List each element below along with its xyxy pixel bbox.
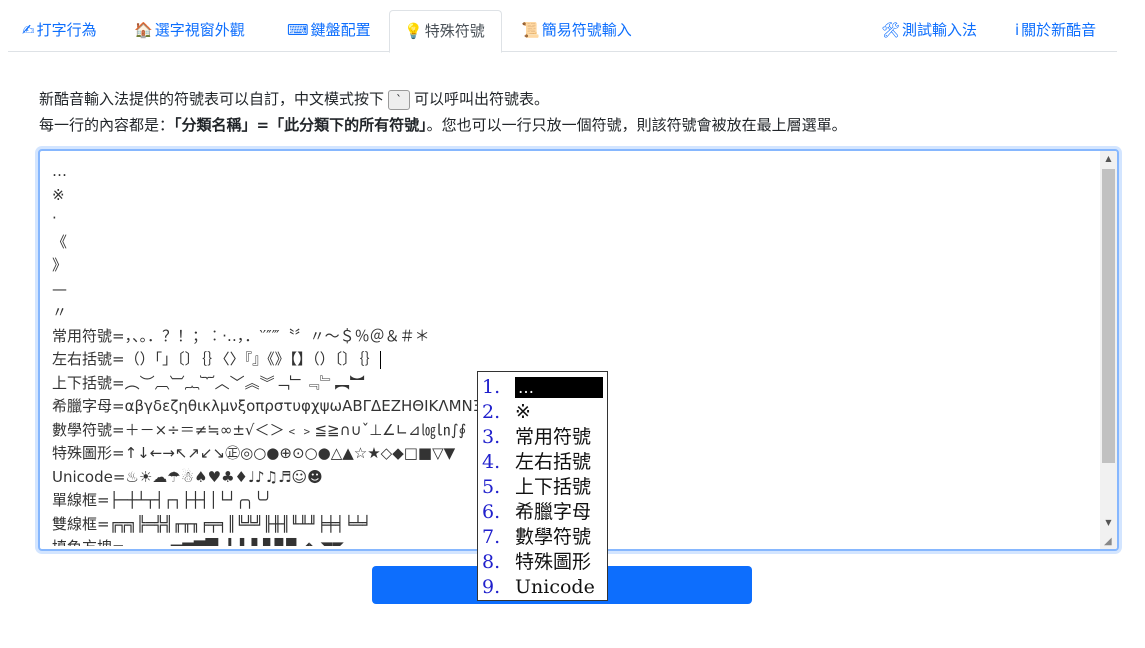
candidate-item[interactable]: 5. 上下括號 <box>478 475 607 500</box>
intro-line-1: 新酷音輸入法提供的符號表可以自訂，中文模式按下 ` 可以呼叫出符號表。 <box>39 86 847 112</box>
textarea-line: ‧ <box>52 209 57 227</box>
intro-bold-format: 「分類名稱」=「此分類下的所有符號」 <box>174 116 427 134</box>
textarea-line: 〃 <box>52 303 68 321</box>
candidate-item[interactable]: 4. 左右括號 <box>478 450 607 475</box>
candidate-item[interactable]: 3. 常用符號 <box>478 425 607 450</box>
candidate-number: 7. <box>482 526 501 548</box>
candidate-number: 1. <box>482 376 501 398</box>
tab-about[interactable]: i 關於新酷音 <box>1001 10 1110 52</box>
textarea-line: 常用符號=，、。．？！；︰‧‥，．‵′″‴〝〞〃～＄％＠＆＃＊ <box>52 326 430 345</box>
tab-label: 簡易符號輸入 <box>541 21 632 39</box>
tab-candidate-window[interactable]: 🏠 選字視窗外觀 <box>120 10 259 52</box>
candidate-item[interactable]: 8. 特殊圖形 <box>478 550 607 575</box>
tab-label: 特殊符號 <box>424 22 485 40</box>
candidate-text: 上下括號 <box>515 476 592 498</box>
candidate-number: 4. <box>482 451 501 473</box>
intro-text-part: 每一行的內容都是： <box>39 116 175 134</box>
house-icon: 🏠 <box>134 21 153 39</box>
textarea-line: — <box>52 279 67 298</box>
textarea-line: 《 <box>52 232 68 251</box>
tab-label: 關於新酷音 <box>1021 21 1097 39</box>
tab-label: 測試輸入法 <box>902 21 978 39</box>
candidate-item[interactable]: 7. 數學符號 <box>478 525 607 550</box>
tab-special-symbols[interactable]: 💡 特殊符號 <box>389 10 502 53</box>
keyboard-icon: ⌨ <box>287 21 309 39</box>
scrollbar-thumb[interactable] <box>1102 169 1115 463</box>
intro-text-part: 可以呼叫出符號表。 <box>414 90 550 108</box>
scroll-down-arrow-icon[interactable]: ▼ <box>1100 515 1117 531</box>
intro-text-part: 。您也可以一行只放一個符號，則該符號會被放在最上層選單。 <box>426 116 847 134</box>
vertical-scrollbar[interactable]: ▲ ▼ <box>1100 151 1117 549</box>
tools-icon: 🛠 <box>881 21 901 39</box>
candidate-text: 希臘字母 <box>515 501 592 523</box>
settings-tab-bar: ✍ 打字行為 🏠 選字視窗外觀 ⌨ 鍵盤配置 💡 特殊符號 📜 簡易符號輸入 🛠 測試輸入法… <box>8 10 1117 53</box>
candidate-number: 5. <box>482 476 501 498</box>
tab-typing-behavior[interactable]: ✍ 打字行為 <box>8 10 111 52</box>
textarea-line: 左右括號=（）「」〔〕｛｝〈〉『』《》【】（）〔〕｛｝ <box>52 350 381 369</box>
candidate-text: ※ <box>515 401 531 423</box>
candidate-window: 1. … 2. ※ 3. 常用符號 4. 左右括號 5. 上下括號 6. 希臘字母 7. 數學符號 8. 特殊… <box>477 371 608 601</box>
candidate-number: 6. <box>482 501 501 523</box>
candidate-number: 9. <box>482 576 501 598</box>
candidate-item[interactable]: 1. … <box>478 375 607 400</box>
text-caret <box>379 350 381 369</box>
candidate-number: 2. <box>482 401 501 423</box>
intro-text: 新酷音輸入法提供的符號表可以自訂，中文模式按下 ` 可以呼叫出符號表。 每一行的內容… <box>39 86 847 138</box>
intro-line-2: 每一行的內容都是：「分類名稱」=「此分類下的所有符號」。您也可以一行只放一個符號… <box>39 112 847 138</box>
lightbulb-icon: 💡 <box>404 22 423 40</box>
scroll-icon: 📜 <box>521 21 540 39</box>
intro-text-part: 新酷音輸入法提供的符號表可以自訂，中文模式按下 <box>39 90 385 108</box>
candidate-text: 常用符號 <box>515 426 592 448</box>
writing-hand-icon: ✍ <box>22 21 35 39</box>
candidate-text: … <box>515 377 603 398</box>
textarea-line: 》 <box>52 256 68 274</box>
textarea-line: … <box>52 162 67 180</box>
tab-label: 選字視窗外觀 <box>154 21 245 39</box>
candidate-item[interactable]: 2. ※ <box>478 400 607 425</box>
tab-easy-symbol-input[interactable]: 📜 簡易符號輸入 <box>507 10 646 52</box>
candidate-text: 特殊圖形 <box>515 551 592 573</box>
candidate-item[interactable]: 9. Unicode <box>478 575 607 600</box>
tab-test-input-method[interactable]: 🛠 測試輸入法 <box>867 10 991 52</box>
candidate-text: 左右括號 <box>515 451 592 473</box>
candidate-text: Unicode <box>515 576 595 598</box>
resize-handle-icon[interactable]: ◢ <box>1104 536 1116 548</box>
backtick-key: ` <box>388 89 411 110</box>
scroll-up-arrow-icon[interactable]: ▲ <box>1100 151 1117 167</box>
candidate-number: 3. <box>482 426 501 448</box>
textarea-line: ※ <box>52 185 65 204</box>
tab-label: 打字行為 <box>36 21 97 39</box>
candidate-number: 8. <box>482 551 501 573</box>
tab-keyboard-layout[interactable]: ⌨ 鍵盤配置 <box>273 10 385 52</box>
info-icon: i <box>1015 21 1020 39</box>
candidate-item[interactable]: 6. 希臘字母 <box>478 500 607 525</box>
tab-label: 鍵盤配置 <box>310 21 371 39</box>
candidate-text: 數學符號 <box>515 526 592 548</box>
